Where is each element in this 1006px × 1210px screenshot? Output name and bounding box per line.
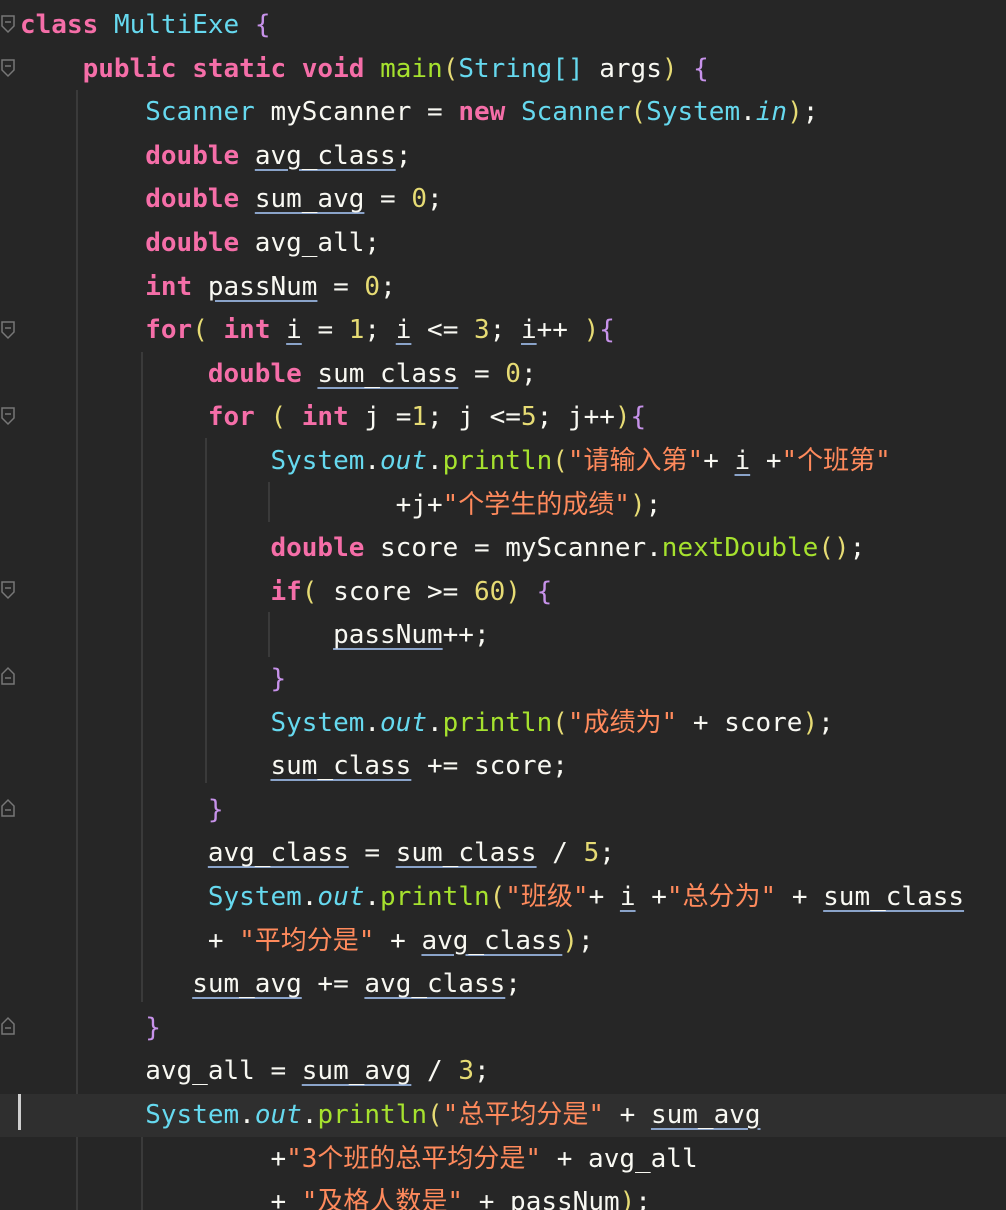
- code-line[interactable]: class MultiExe {: [20, 4, 270, 47]
- code-line[interactable]: if( score >= 60) {: [20, 571, 552, 614]
- code-line[interactable]: }: [20, 789, 224, 832]
- code-line[interactable]: int passNum = 0;: [20, 266, 395, 309]
- code-line[interactable]: System.out.println("请输入第"+ i +"个班第": [20, 440, 890, 483]
- code-line[interactable]: for( int i = 1; i <= 3; i++ ){: [20, 309, 615, 352]
- fold-open-icon[interactable]: [0, 580, 16, 600]
- code-line[interactable]: double sum_avg = 0;: [20, 178, 442, 221]
- code-line[interactable]: double sum_class = 0;: [20, 353, 537, 396]
- code-line[interactable]: sum_class += score;: [20, 745, 567, 788]
- code-line[interactable]: for ( int j =1; j <=5; j++){: [20, 396, 646, 439]
- fold-open-icon[interactable]: [0, 320, 16, 340]
- code-line[interactable]: Scanner myScanner = new Scanner(System.i…: [20, 91, 818, 134]
- code-line[interactable]: System.out.println("总平均分是" + sum_avg: [0, 1094, 1006, 1137]
- code-line[interactable]: double avg_class;: [20, 135, 411, 178]
- code-line[interactable]: sum_avg += avg_class;: [20, 963, 521, 1006]
- text-cursor: [18, 1094, 21, 1130]
- code-line[interactable]: double score = myScanner.nextDouble();: [20, 527, 865, 570]
- fold-close-icon[interactable]: [0, 666, 16, 686]
- code-line[interactable]: + "平均分是" + avg_class);: [20, 920, 594, 963]
- code-line[interactable]: passNum++;: [20, 614, 490, 657]
- fold-open-icon[interactable]: [0, 58, 16, 78]
- code-line[interactable]: avg_class = sum_class / 5;: [20, 832, 615, 875]
- code-line[interactable]: System.out.println("成绩为" + score);: [20, 702, 833, 745]
- code-line[interactable]: System.out.println("班级"+ i +"总分为" + sum_…: [20, 876, 964, 919]
- code-line[interactable]: public static void main(String[] args) {: [20, 48, 709, 91]
- code-line[interactable]: avg_all = sum_avg / 3;: [20, 1050, 489, 1093]
- code-line[interactable]: +"3个班的总平均分是" + avg_all: [20, 1138, 697, 1181]
- fold-close-icon[interactable]: [0, 798, 16, 818]
- code-line[interactable]: +j+"个学生的成绩");: [20, 484, 662, 527]
- fold-open-icon[interactable]: [0, 406, 16, 426]
- fold-close-icon[interactable]: [0, 1016, 16, 1036]
- code-line[interactable]: + "及格人数是" + passNum);: [20, 1181, 650, 1210]
- fold-open-icon[interactable]: [0, 14, 16, 34]
- code-editor[interactable]: class MultiExe { public static void main…: [0, 0, 1006, 1210]
- code-line[interactable]: double avg_all;: [20, 222, 380, 265]
- code-line[interactable]: }: [20, 1007, 161, 1050]
- code-line[interactable]: }: [20, 658, 286, 701]
